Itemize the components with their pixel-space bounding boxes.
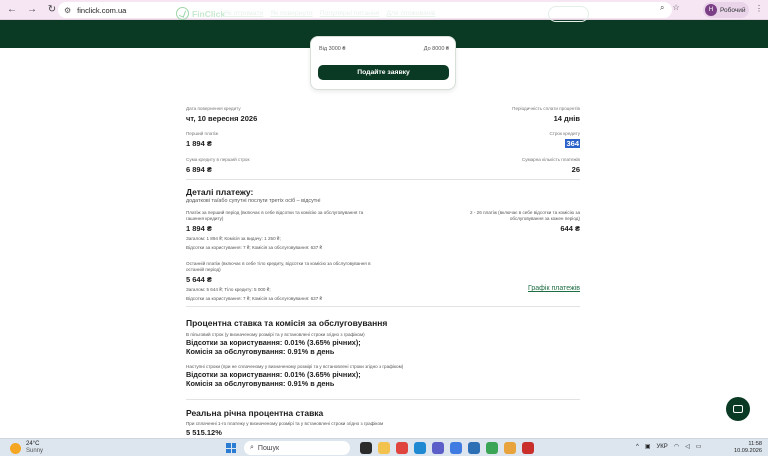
first-period-breakdown-1: Загалом: 1 894 ₴; Комісія за видачу: 1 2… xyxy=(186,236,281,241)
taskbar-search[interactable]: ⌕ Пошук xyxy=(244,441,350,455)
logo-icon xyxy=(176,7,189,20)
grace-fee-value: Комісія за обслуговування: 0.91% в день xyxy=(186,347,335,356)
payments-count-value: 26 xyxy=(571,165,580,174)
time: 11:58 xyxy=(748,441,762,447)
search-icon: ⌕ xyxy=(250,444,254,451)
return-date-value: чт, 10 вересня 2026 xyxy=(186,114,258,123)
language-indicator[interactable]: УКР xyxy=(657,444,668,450)
volume-icon[interactable]: ◁ xyxy=(685,443,690,450)
phone-number: 0 800 205 353 xyxy=(486,8,534,18)
chrome-icon[interactable] xyxy=(504,442,516,454)
last-payment-breakdown-2: Відсотки за користування: 7 ₴; Комісія з… xyxy=(186,296,323,301)
sun-icon xyxy=(10,442,21,454)
last-payment-label: Останній платіж (включає в себе тіло кре… xyxy=(186,261,371,272)
first-payment-value: 1 894 ₴ xyxy=(186,139,212,148)
grace-period-label: Періодичність сплати процентів xyxy=(512,106,580,111)
nav-faq[interactable]: Популярні питання xyxy=(320,10,380,17)
windows-start-icon[interactable] xyxy=(226,443,236,453)
bookmark-star-icon[interactable]: ☆ xyxy=(672,3,679,13)
total-label: Сума кредиту в перший строк xyxy=(186,157,250,162)
site-logo[interactable]: FinClick xyxy=(176,7,225,20)
app-icon[interactable] xyxy=(522,442,534,454)
loan-calculator-card: Від 3000 ₴ До 8000 ₴ Подайте заявку xyxy=(310,36,456,90)
teams-icon[interactable] xyxy=(432,442,444,454)
next-rate-value: Відсотки за користування: 0.01% (3.65% р… xyxy=(186,370,361,379)
logo-text: FinClick xyxy=(192,8,226,19)
first-period-payment-label: Платіж за перший період (включає в себе … xyxy=(186,210,364,221)
app-icon[interactable] xyxy=(486,442,498,454)
rates-title: Процентна ставка та комісія за обслугову… xyxy=(186,318,388,328)
tray-app-icon[interactable]: ▣ xyxy=(645,443,651,450)
details-subtitle: додаткові та/або супутні послуги третіх … xyxy=(186,198,321,204)
rates-section: Процентна ставка та комісія за обслугову… xyxy=(186,318,580,388)
zoom-icon[interactable]: ⌕ xyxy=(660,3,664,13)
wifi-icon[interactable]: ◠ xyxy=(674,443,679,450)
grace-rate-value: Відсотки за користування: 0.01% (3.65% р… xyxy=(186,338,361,347)
term-label: Строк кредиту xyxy=(549,131,580,136)
apply-button[interactable]: Подайте заявку xyxy=(318,65,449,80)
pinned-apps xyxy=(360,442,534,454)
phone-icon xyxy=(470,8,480,18)
nav-for-consumers[interactable]: Для споживачів xyxy=(386,10,435,17)
total-value: 6 894 ₴ xyxy=(186,165,212,174)
temperature: 24°C xyxy=(26,441,40,447)
details-title: Деталі платежу: xyxy=(186,187,254,197)
last-payment-breakdown-1: Загалом: 5 644 ₴; Тіло кредиту: 5 000 ₴; xyxy=(186,287,271,292)
login-button[interactable]: Увійти xyxy=(548,6,589,22)
term-value: 364 xyxy=(565,139,580,148)
profile-label: Робочий xyxy=(720,6,746,14)
forward-icon[interactable]: → xyxy=(22,0,42,20)
site-info-icon[interactable]: ⚙ xyxy=(64,6,71,15)
regular-payment-label: 2 - 26 платіж (включає в себе відсотки т… xyxy=(470,210,580,221)
chat-button[interactable] xyxy=(726,397,750,421)
first-period-payment-value: 1 894 ₴ xyxy=(186,224,212,233)
divider xyxy=(186,306,580,307)
chevron-down-icon: ▼ xyxy=(537,10,544,16)
url-text: finclick.com.ua xyxy=(77,5,127,15)
regular-payment-value: 644 ₴ xyxy=(560,224,580,233)
avatar: Н xyxy=(705,4,717,16)
chat-icon xyxy=(733,405,743,413)
browser-actions: ⌕ ☆ xyxy=(660,3,680,13)
task-view-icon[interactable] xyxy=(360,442,372,454)
main-nav: Як отримати Як повернути Популярні питан… xyxy=(224,10,435,17)
app-icon[interactable] xyxy=(396,442,408,454)
next-fee-value: Комісія за обслуговування: 0.91% в день xyxy=(186,379,335,388)
back-icon[interactable]: ← xyxy=(2,0,22,20)
date: 10.09.2026 xyxy=(734,448,762,454)
edge-icon[interactable] xyxy=(414,442,426,454)
weather-widget[interactable]: 24°C Sunny xyxy=(10,441,43,455)
profile-button[interactable]: Н Робочий xyxy=(703,2,749,18)
payment-schedule-link[interactable]: Графік платежів xyxy=(528,285,580,292)
nav-how-to-return[interactable]: Як повернути xyxy=(270,10,312,17)
divider xyxy=(186,179,580,180)
search-placeholder: Пошук xyxy=(257,444,280,452)
file-explorer-icon[interactable] xyxy=(378,442,390,454)
browser-menu-icon[interactable]: ⋮ xyxy=(755,4,763,13)
min-amount-label: Від 3000 ₴ xyxy=(319,46,346,52)
grace-period-value: 14 днів xyxy=(553,114,580,123)
real-rate-title: Реальна річна процентна ставка xyxy=(186,408,324,418)
weather-condition: Sunny xyxy=(26,448,44,454)
max-amount-label: До 8000 ₴ xyxy=(423,46,449,52)
windows-taskbar: 24°C Sunny ⌕ Пошук ^ ▣ УКР ◠ ◁ ▭ 11:58 1… xyxy=(0,438,768,456)
real-rate-section: Реальна річна процентна ставка При сплач… xyxy=(186,408,580,437)
system-tray: ^ ▣ УКР ◠ ◁ ▭ xyxy=(636,443,702,451)
app-icon[interactable] xyxy=(450,442,462,454)
battery-icon[interactable]: ▭ xyxy=(696,443,702,450)
payments-count-label: Сумарна кількість платежів xyxy=(521,157,580,162)
real-rate-label: При сплаченні 1-го платежу у визначеному… xyxy=(186,421,384,426)
first-payment-label: Перший платіж xyxy=(186,131,219,136)
real-rate-value: 5 515.12% xyxy=(186,428,222,437)
app-icon[interactable] xyxy=(468,442,480,454)
clock[interactable]: 11:58 10.09.2026 xyxy=(734,441,762,455)
nav-how-to-get[interactable]: Як отримати xyxy=(224,10,263,17)
chevron-up-icon[interactable]: ^ xyxy=(636,444,639,450)
return-date-label: Дата повернення кредиту xyxy=(186,106,241,111)
first-period-breakdown-2: Відсотки за користування: 7 ₴; Комісія з… xyxy=(186,245,323,250)
last-payment-value: 5 644 ₴ xyxy=(186,275,212,284)
divider xyxy=(186,399,580,400)
phone-selector[interactable]: 0 800 205 353 ▼ xyxy=(470,8,544,18)
payment-details-section: Деталі платежу: додаткові та/або супутні… xyxy=(186,187,580,204)
